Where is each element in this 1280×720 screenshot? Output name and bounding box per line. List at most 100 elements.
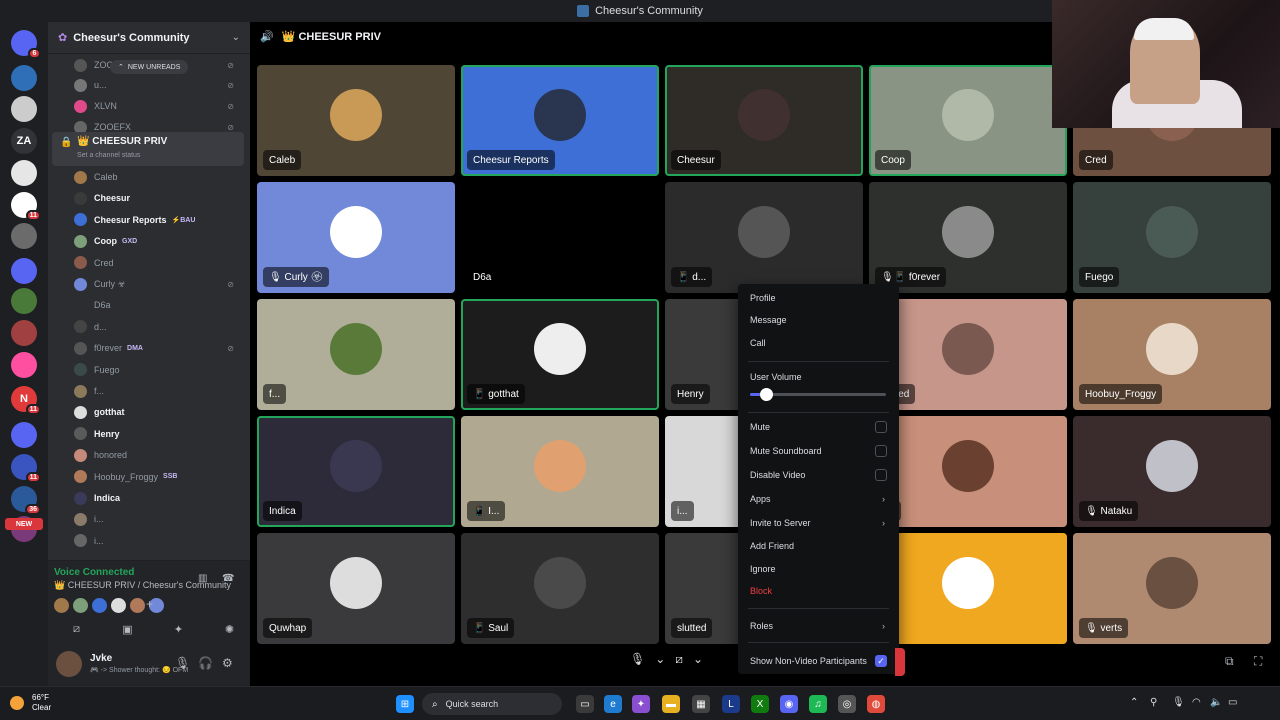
app-icon[interactable]: ◎ [838,695,856,713]
battery-icon[interactable]: ▭ [1228,697,1237,708]
chevron-down-icon[interactable]: ⌄ [693,652,703,667]
chevron-down-icon[interactable]: ⌄ [655,652,665,667]
user-volume-slider[interactable] [750,388,886,401]
menu-item-invite[interactable]: Invite to Server › [750,518,887,528]
video-tile[interactable]: 📱 gotthat [461,299,659,410]
gear-icon[interactable]: ⚙ [222,656,233,670]
voice-member[interactable]: Henry [74,426,244,442]
menu-item-profile[interactable]: Profile [750,293,887,303]
server-icon[interactable] [11,352,37,378]
voice-member[interactable]: f0rever DMA ⊘ [74,340,244,356]
server-icon[interactable] [11,258,37,284]
edge-icon[interactable]: e [604,695,622,713]
video-tile[interactable]: 🎙 Curly ☣ [257,182,455,293]
voice-channel-item[interactable]: 🔒 👑 CHEESUR PRIV Set a channel status [52,132,244,166]
discord-icon[interactable]: ◉ [780,695,798,713]
disconnect-icon[interactable]: ☎ [222,573,234,584]
menu-item-roles[interactable]: Roles › [750,621,887,631]
member-row[interactable]: u... ⊘ [74,77,244,93]
voice-member[interactable]: Cred [74,255,244,271]
windows-start-icon[interactable]: ⊞ [396,695,414,713]
microphone-icon[interactable]: 🎙 [1172,697,1185,708]
menu-item-ignore[interactable]: Ignore [750,564,887,574]
menu-item-add-friend[interactable]: Add Friend [750,541,887,551]
voice-member[interactable]: i... [74,533,244,549]
menu-item-apps[interactable]: Apps › [750,494,887,504]
activity-icon[interactable]: ✦ [156,620,201,638]
tray-icon[interactable]: ⚲ [1150,697,1157,708]
voice-member[interactable]: honored [74,447,244,463]
video-tile[interactable]: Coop [869,65,1067,176]
video-tile[interactable]: 📱 d... [665,182,863,293]
voice-member[interactable]: f... [74,383,244,399]
video-tile[interactable]: Fuego [1073,182,1271,293]
voice-member[interactable]: Caleb [74,169,244,185]
wifi-icon[interactable]: ◠ [1192,697,1201,708]
menu-item-mute[interactable]: Mute [750,421,887,433]
server-icon[interactable]: 6 [11,30,41,59]
chevron-up-icon[interactable]: ⌃ [1130,697,1138,708]
menu-item-disable-video[interactable]: Disable Video [750,469,887,481]
server-icon[interactable] [11,320,37,346]
check-icon[interactable]: ✓ [875,655,887,667]
checkbox[interactable] [875,469,887,481]
voice-channel-status[interactable]: Set a channel status [77,152,140,159]
leave-call-button[interactable] [895,648,905,676]
chrome-icon[interactable]: ◍ [867,695,885,713]
store-icon[interactable]: ▦ [692,695,710,713]
signal-icon[interactable]: ▥ [198,573,207,584]
video-tile[interactable]: Cheesur Reports [461,65,659,176]
video-tile[interactable]: Cheesur [665,65,863,176]
video-tile[interactable]: 🎙📱 f0rever [869,182,1067,293]
server-icon[interactable] [11,96,37,122]
menu-item-show-non-video[interactable]: Show Non-Video Participants ✓ [750,655,887,667]
video-tile[interactable]: f... [257,299,455,410]
video-tile[interactable]: Hoobuy_Froggy [1073,299,1271,410]
voice-member[interactable]: d... [74,319,244,335]
server-icon[interactable] [11,65,37,91]
checkbox[interactable] [875,421,887,433]
user-name[interactable]: Jvke [90,653,112,664]
server-icon[interactable] [11,160,37,186]
microphone-icon[interactable]: 🎙 [630,652,645,667]
video-tile[interactable]: 📱 Saul [461,533,659,644]
member-row[interactable]: XLVN ⊘ [74,98,244,114]
microphone-icon[interactable]: 🎙 [175,656,190,670]
voice-member[interactable]: Indica [74,490,244,506]
server-icon[interactable]: N 11 [11,386,41,415]
voice-member[interactable]: Cheesur Reports ⚡BAU [74,212,244,228]
search-box[interactable]: ⌕ Quick search [422,693,562,715]
soundboard-icon[interactable]: ✺ [207,620,252,638]
weather-widget[interactable]: 66°F Clear [10,693,51,713]
video-tile[interactable]: Indica [257,416,455,527]
voice-member[interactable]: Hoobuy_Froggy SSB [74,469,244,485]
server-icon[interactable]: 36 [11,486,41,515]
video-tile[interactable]: D6a [461,182,659,293]
voice-connected-label[interactable]: Voice Connected [54,567,134,578]
voice-member[interactable]: gotthat [74,404,244,420]
server-icon[interactable]: ZA [11,128,37,154]
voice-member[interactable]: Coop GXD [74,233,244,249]
fullscreen-icon[interactable]: ⛶ [1254,654,1262,669]
server-icon[interactable] [11,422,37,448]
add-icon[interactable]: + [146,597,153,611]
server-icon[interactable]: 11 [11,192,41,221]
screen-share-icon[interactable]: ▣ [105,620,150,638]
task-view-icon[interactable]: ▭ [576,695,594,713]
volume-knob[interactable] [760,388,774,401]
new-unreads-pill[interactable]: ⌃ NEW UNREADS [110,60,189,74]
folder-icon[interactable]: ▬ [662,695,680,713]
checkbox[interactable] [875,445,887,457]
video-tile[interactable]: 📱 I... [461,416,659,527]
voice-member[interactable]: D6a [74,297,244,313]
server-icon[interactable] [11,288,37,314]
server-icon[interactable] [11,223,37,249]
volume-icon[interactable]: 🔈 [1210,697,1222,708]
menu-item-call[interactable]: Call [750,338,887,348]
copilot-icon[interactable]: ✦ [632,695,650,713]
menu-item-message[interactable]: Message [750,315,887,325]
video-tile[interactable]: 🎙 Nataku [1073,416,1271,527]
chevron-down-icon[interactable]: ⌄ [232,32,240,43]
voice-member[interactable]: i... [74,511,244,527]
headphones-icon[interactable]: 🎧 [198,656,213,670]
